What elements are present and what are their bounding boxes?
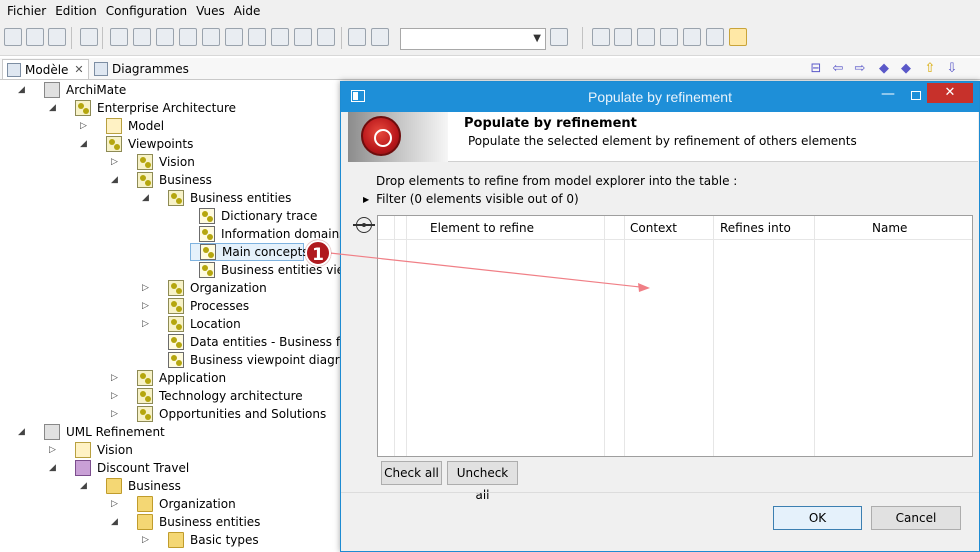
arrow-head [638, 283, 650, 292]
annotation-arrow [329, 252, 650, 292]
step-badge: 1 [305, 240, 331, 266]
arrow-line [329, 252, 641, 288]
